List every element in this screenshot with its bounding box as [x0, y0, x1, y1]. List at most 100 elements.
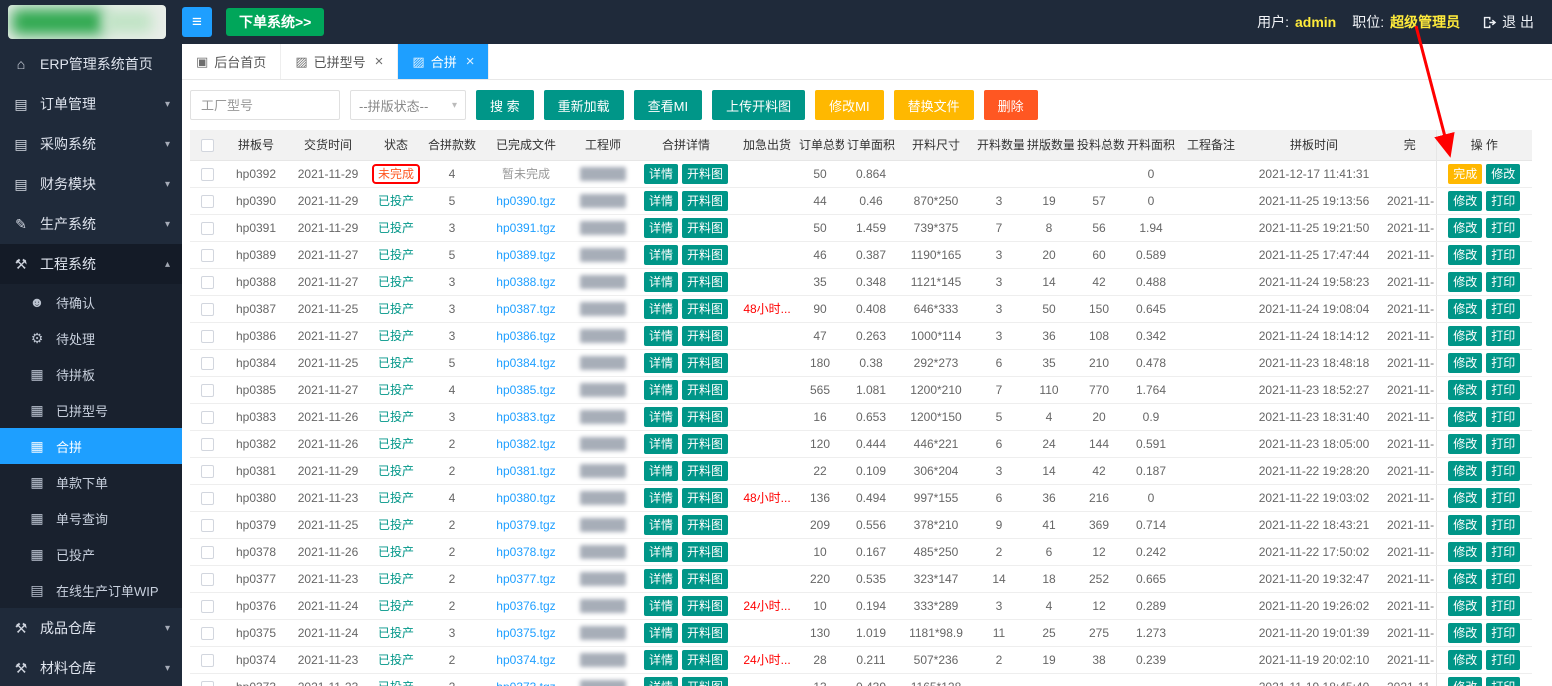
- print-button[interactable]: 打印: [1486, 353, 1520, 373]
- print-button[interactable]: 打印: [1486, 542, 1520, 562]
- factory-model-input[interactable]: [190, 90, 340, 120]
- completed-file-link[interactable]: hp0381.tgz: [496, 464, 555, 478]
- sidebar-item-online-wip[interactable]: ▤在线生产订单WIP: [0, 572, 182, 608]
- sidebar-item-pending-process[interactable]: ⚙待处理: [0, 320, 182, 356]
- completed-file-link[interactable]: hp0374.tgz: [496, 653, 555, 667]
- sidebar-item-purchasing[interactable]: ▤采购系统▾: [0, 124, 182, 164]
- detail-button[interactable]: 详情: [644, 218, 678, 238]
- completed-file-link[interactable]: hp0386.tgz: [496, 329, 555, 343]
- detail-button[interactable]: 详情: [644, 164, 678, 184]
- cut-image-button[interactable]: 开料图: [682, 218, 728, 238]
- row-checkbox[interactable]: [201, 465, 214, 478]
- completed-file-link[interactable]: hp0391.tgz: [496, 221, 555, 235]
- row-checkbox[interactable]: [201, 546, 214, 559]
- row-checkbox[interactable]: [201, 357, 214, 370]
- completed-file-link[interactable]: hp0373.tgz: [496, 680, 555, 686]
- completed-file-link[interactable]: hp0377.tgz: [496, 572, 555, 586]
- completed-file-link[interactable]: hp0375.tgz: [496, 626, 555, 640]
- cut-image-button[interactable]: 开料图: [682, 677, 728, 686]
- finish-button[interactable]: 完成: [1448, 164, 1482, 184]
- sidebar-item-in-production[interactable]: ▦已投产: [0, 536, 182, 572]
- edit-button[interactable]: 修改: [1448, 299, 1482, 319]
- sidebar-item-erp-home[interactable]: ⌂ERP管理系统首页: [0, 44, 182, 84]
- sidebar-toggle-button[interactable]: ≡: [182, 7, 212, 37]
- edit-button[interactable]: 修改: [1448, 272, 1482, 292]
- row-checkbox[interactable]: [201, 222, 214, 235]
- sidebar-item-engineering[interactable]: ⚒工程系统▴: [0, 244, 182, 284]
- cut-image-button[interactable]: 开料图: [682, 191, 728, 211]
- edit-button[interactable]: 修改: [1448, 326, 1482, 346]
- detail-button[interactable]: 详情: [644, 596, 678, 616]
- print-button[interactable]: 打印: [1486, 650, 1520, 670]
- sidebar-item-combine[interactable]: ▦合拼: [0, 428, 182, 464]
- completed-file-link[interactable]: hp0382.tgz: [496, 437, 555, 451]
- print-button[interactable]: 打印: [1486, 218, 1520, 238]
- print-button[interactable]: 打印: [1486, 434, 1520, 454]
- sidebar-item-single-order[interactable]: ▦单款下单: [0, 464, 182, 500]
- cut-image-button[interactable]: 开料图: [682, 164, 728, 184]
- print-button[interactable]: 打印: [1486, 299, 1520, 319]
- row-checkbox[interactable]: [201, 573, 214, 586]
- edit-button[interactable]: 修改: [1448, 461, 1482, 481]
- print-button[interactable]: 打印: [1486, 191, 1520, 211]
- cut-image-button[interactable]: 开料图: [682, 488, 728, 508]
- sidebar-item-finance[interactable]: ▤财务模块▾: [0, 164, 182, 204]
- row-checkbox[interactable]: [201, 627, 214, 640]
- panel-status-select[interactable]: --拼版状态-- ▾: [350, 90, 466, 120]
- edit-button[interactable]: 修改: [1486, 164, 1520, 184]
- cut-image-button[interactable]: 开料图: [682, 407, 728, 427]
- detail-button[interactable]: 详情: [644, 650, 678, 670]
- completed-file-link[interactable]: hp0376.tgz: [496, 599, 555, 613]
- cut-image-button[interactable]: 开料图: [682, 461, 728, 481]
- edit-button[interactable]: 修改: [1448, 515, 1482, 535]
- search-button[interactable]: 搜 索: [476, 90, 534, 120]
- edit-button[interactable]: 修改: [1448, 407, 1482, 427]
- cut-image-button[interactable]: 开料图: [682, 434, 728, 454]
- detail-button[interactable]: 详情: [644, 677, 678, 686]
- print-button[interactable]: 打印: [1486, 380, 1520, 400]
- close-icon[interactable]: ×: [375, 53, 384, 70]
- detail-button[interactable]: 详情: [644, 191, 678, 211]
- edit-button[interactable]: 修改: [1448, 353, 1482, 373]
- edit-button[interactable]: 修改: [1448, 434, 1482, 454]
- completed-file-link[interactable]: hp0378.tgz: [496, 545, 555, 559]
- detail-button[interactable]: 详情: [644, 515, 678, 535]
- edit-button[interactable]: 修改: [1448, 650, 1482, 670]
- tab-home[interactable]: ▣后台首页: [182, 44, 281, 79]
- print-button[interactable]: 打印: [1486, 272, 1520, 292]
- sidebar-item-pending-panel[interactable]: ▦待拼板: [0, 356, 182, 392]
- detail-button[interactable]: 详情: [644, 488, 678, 508]
- cut-image-button[interactable]: 开料图: [682, 245, 728, 265]
- row-checkbox[interactable]: [201, 276, 214, 289]
- detail-button[interactable]: 详情: [644, 272, 678, 292]
- reload-button[interactable]: 重新加载: [544, 90, 624, 120]
- cut-image-button[interactable]: 开料图: [682, 299, 728, 319]
- tab-combine[interactable]: ▨合拼×: [398, 44, 489, 79]
- row-checkbox[interactable]: [201, 249, 214, 262]
- row-checkbox[interactable]: [201, 681, 214, 686]
- print-button[interactable]: 打印: [1486, 461, 1520, 481]
- cut-image-button[interactable]: 开料图: [682, 353, 728, 373]
- cut-image-button[interactable]: 开料图: [682, 596, 728, 616]
- row-checkbox[interactable]: [201, 492, 214, 505]
- row-checkbox[interactable]: [201, 600, 214, 613]
- completed-file-link[interactable]: hp0387.tgz: [496, 302, 555, 316]
- sidebar-item-finished-warehouse[interactable]: ⚒成品仓库▾: [0, 608, 182, 648]
- edit-button[interactable]: 修改: [1448, 542, 1482, 562]
- sidebar-item-production[interactable]: ✎生产系统▾: [0, 204, 182, 244]
- completed-file-link[interactable]: hp0384.tgz: [496, 356, 555, 370]
- edit-button[interactable]: 修改: [1448, 380, 1482, 400]
- row-checkbox[interactable]: [201, 195, 214, 208]
- sidebar-item-order-query[interactable]: ▦单号查询: [0, 500, 182, 536]
- edit-button[interactable]: 修改: [1448, 677, 1482, 686]
- detail-button[interactable]: 详情: [644, 407, 678, 427]
- print-button[interactable]: 打印: [1486, 488, 1520, 508]
- cut-image-button[interactable]: 开料图: [682, 542, 728, 562]
- detail-button[interactable]: 详情: [644, 245, 678, 265]
- print-button[interactable]: 打印: [1486, 596, 1520, 616]
- logout-button[interactable]: 退 出: [1482, 12, 1534, 32]
- print-button[interactable]: 打印: [1486, 245, 1520, 265]
- app-logo[interactable]: [8, 5, 166, 39]
- row-checkbox[interactable]: [201, 438, 214, 451]
- delete-button[interactable]: 删除: [984, 90, 1038, 120]
